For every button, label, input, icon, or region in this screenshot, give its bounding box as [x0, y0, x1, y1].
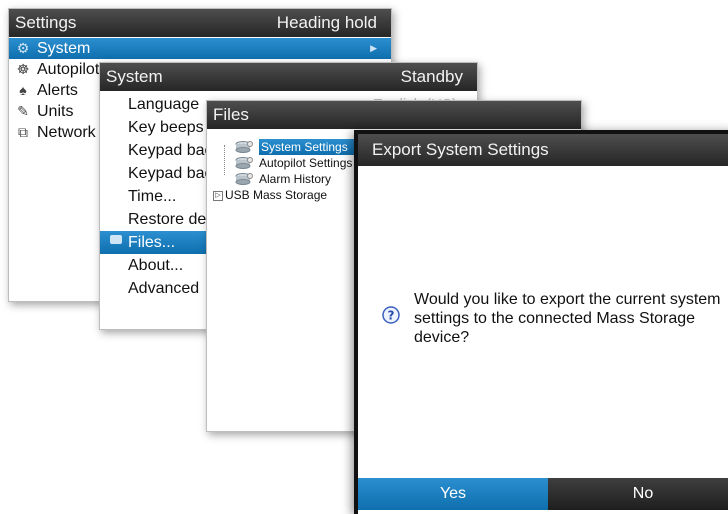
database-icon	[235, 173, 253, 185]
question-icon: ?	[382, 306, 400, 324]
settings-item-label: System	[37, 40, 91, 57]
export-titlebar: Export System Settings	[358, 134, 728, 166]
tree-item-label: Autopilot Settings	[259, 156, 353, 170]
tree-item-label: USB Mass Storage	[225, 188, 328, 202]
export-message: Would you like to export the current sys…	[414, 291, 721, 346]
system-title: System	[106, 67, 163, 86]
no-button[interactable]: No	[548, 478, 728, 510]
export-title: Export System Settings	[372, 140, 549, 159]
tree-item-label: Alarm History	[259, 172, 332, 186]
database-icon	[235, 157, 253, 169]
system-item-label: Advanced	[128, 280, 200, 297]
settings-titlebar: Settings Heading hold	[9, 9, 391, 37]
system-mode: Standby	[400, 67, 463, 86]
svg-text:?: ?	[388, 309, 395, 323]
system-item-label: Files...	[128, 234, 176, 251]
database-icon	[235, 141, 253, 153]
settings-item-system[interactable]: ⚙ System ▶	[9, 38, 391, 59]
yes-button[interactable]: Yes	[358, 478, 548, 510]
chevron-right-icon: ▶	[370, 43, 377, 53]
files-title: Files	[213, 105, 249, 124]
network-icon: ⧉	[18, 124, 28, 140]
system-item-label: Language	[128, 96, 200, 113]
gear-icon: ⚙	[16, 40, 30, 56]
settings-item-label: Alerts	[37, 82, 78, 99]
settings-item-label: Network	[37, 124, 96, 141]
system-item-label: About...	[128, 257, 184, 274]
folder-icon	[110, 235, 122, 244]
export-dialog: Export System Settings ? Would you like …	[354, 130, 728, 514]
tree-item-label: System Settings	[259, 139, 354, 155]
system-item-label: Key beeps	[128, 119, 204, 136]
helm-icon: ☸	[16, 61, 30, 77]
system-titlebar: System Standby	[100, 63, 477, 91]
autopilot-mode: Heading hold	[276, 13, 377, 32]
pencil-icon: ✎	[17, 103, 29, 119]
files-titlebar: Files	[207, 101, 581, 129]
settings-title: Settings	[15, 13, 77, 32]
dialog-buttons: Yes No	[358, 478, 728, 510]
bell-icon: ♠	[19, 82, 27, 98]
settings-item-label: Autopilot	[37, 61, 100, 78]
system-item-label: Time...	[128, 188, 177, 205]
settings-item-label: Units	[37, 103, 74, 120]
expand-icon[interactable]: ▷	[213, 191, 223, 201]
